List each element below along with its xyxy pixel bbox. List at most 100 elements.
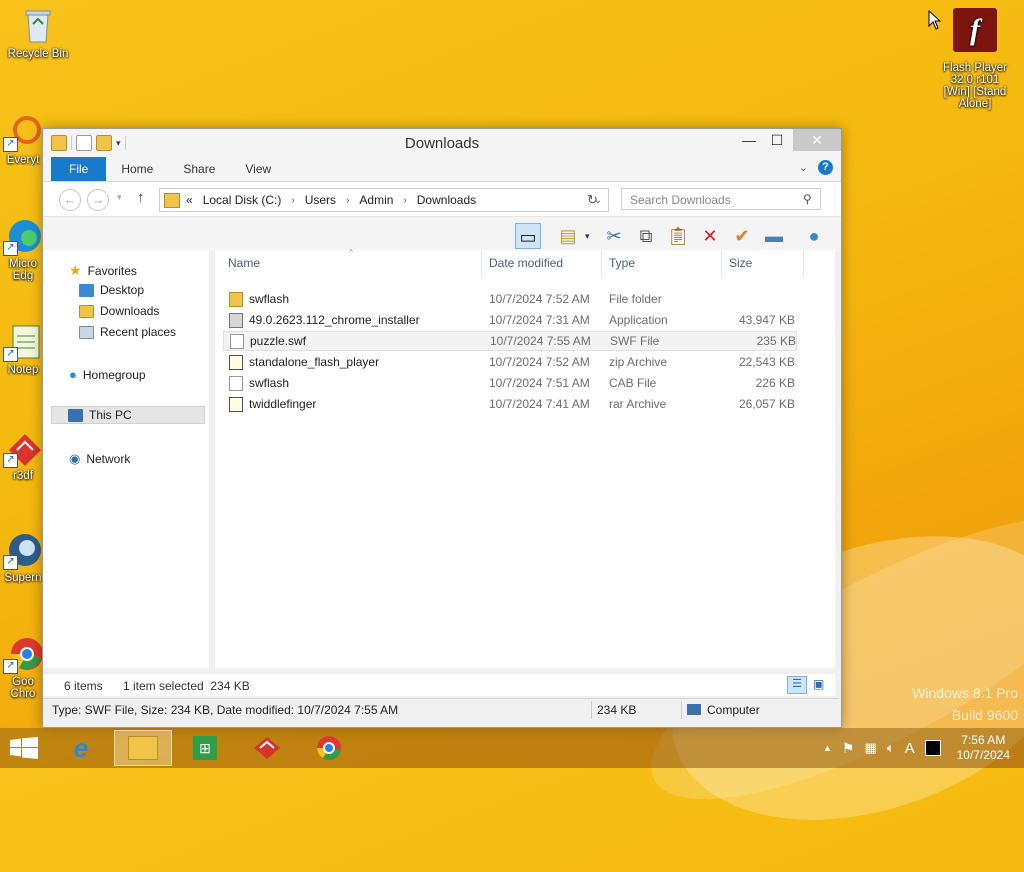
breadcrumb-admin[interactable]: Admin xyxy=(359,193,393,207)
r3df-taskbar-icon xyxy=(254,737,280,759)
notification-icon[interactable] xyxy=(924,740,941,756)
minimize-button[interactable]: — xyxy=(735,129,763,151)
desktop-icon-recycle-bin[interactable]: Recycle Bin xyxy=(6,6,70,60)
nav-label: Recent places xyxy=(100,325,177,339)
cut-icon[interactable]: ✂ xyxy=(601,223,627,249)
file-name: swflash xyxy=(249,376,290,390)
preview-pane-icon[interactable]: ▭ xyxy=(515,223,541,249)
tab-home[interactable]: Home xyxy=(106,157,168,181)
desktop-icon-label: Micro Edg xyxy=(8,258,38,282)
tab-file[interactable]: File xyxy=(51,157,107,181)
taskbar-r3df[interactable] xyxy=(238,730,296,766)
nav-network[interactable]: ◉ Network xyxy=(69,451,130,467)
file-size: 43,947 KB xyxy=(738,313,795,327)
back-button[interactable]: ← xyxy=(59,189,81,211)
watermark-build: Build 9600 xyxy=(951,707,1018,723)
file-row[interactable]: swflash 10/7/2024 7:52 AM File folder xyxy=(223,289,797,309)
search-icon[interactable]: ⚲ xyxy=(803,192,812,206)
taskbar-internet-explorer[interactable]: e xyxy=(52,730,110,766)
column-header-date[interactable]: Date modified xyxy=(489,256,563,270)
show-hidden-icons-icon[interactable]: ▲ xyxy=(823,743,832,753)
dropdown-arrow-icon[interactable]: ▾ xyxy=(585,231,590,242)
nav-desktop[interactable]: Desktop xyxy=(79,283,144,297)
refresh-button[interactable]: ↻ xyxy=(587,192,598,208)
taskbar-file-explorer[interactable] xyxy=(114,730,172,766)
file-row[interactable]: swflash 10/7/2024 7:51 AM CAB File 226 K… xyxy=(223,373,797,393)
ribbon-tabs: File Home Share View ⌄ ? xyxy=(43,157,841,182)
breadcrumb-separator-icon[interactable]: › xyxy=(346,195,349,206)
details-bar: Type: SWF File, Size: 234 KB, Date modif… xyxy=(43,698,839,721)
breadcrumb-local-disk[interactable]: Local Disk (C:) xyxy=(203,193,282,207)
desktop-icon-notepad[interactable]: ↗ Notep xyxy=(0,322,46,376)
paste-icon[interactable]: 📋︎ xyxy=(665,223,691,249)
file-type: zip Archive xyxy=(609,355,668,369)
desktop-icon-r3df[interactable]: ↗ r3df xyxy=(0,428,46,482)
close-button[interactable]: ✕ xyxy=(793,129,841,151)
desktop-icon-flash-player[interactable]: f Flash Player 32.0 r101 [Win] [Stand Al… xyxy=(938,8,1012,110)
file-row-selected[interactable]: puzzle.swf 10/7/2024 7:55 AM SWF File 23… xyxy=(223,331,797,351)
column-header-size[interactable]: Size xyxy=(729,256,752,270)
column-header-name[interactable]: Name xyxy=(228,256,260,270)
network-tray-icon[interactable]: ▦ xyxy=(864,740,876,756)
file-row[interactable]: standalone_flash_player 10/7/2024 7:52 A… xyxy=(223,352,797,372)
start-button[interactable] xyxy=(10,737,38,762)
copy-icon[interactable]: ⧉ xyxy=(633,223,659,249)
flash-player-icon: f xyxy=(953,8,997,52)
tab-share[interactable]: Share xyxy=(168,157,230,181)
chat-bubble-icon[interactable]: ● xyxy=(801,223,827,249)
forward-button[interactable]: → xyxy=(87,189,109,211)
desktop-icon-label: Flash Player 32.0 r101 [Win] [Stand Alon… xyxy=(943,62,1007,110)
nav-this-pc[interactable]: This PC xyxy=(51,406,205,424)
search-input[interactable]: Search Downloads xyxy=(621,188,821,210)
large-icons-view-icon[interactable]: ▣ xyxy=(813,677,824,691)
desktop-icon-supernova[interactable]: ↗ Supern xyxy=(0,530,46,584)
everything-search-icon: ↗ xyxy=(3,112,43,152)
breadcrumb-users[interactable]: Users xyxy=(305,193,336,207)
column-divider[interactable] xyxy=(721,250,722,278)
column-divider[interactable] xyxy=(601,250,602,278)
explorer-window[interactable]: ▾ Downloads — ☐ ✕ File Home Share View ⌄… xyxy=(42,128,842,728)
delete-icon[interactable]: ✕ xyxy=(697,223,723,249)
shortcut-arrow-icon: ↗ xyxy=(3,555,18,570)
address-box[interactable]: « Local Disk (C:) › Users › Admin › Down… xyxy=(159,188,609,212)
expand-ribbon-icon[interactable]: ⌄ xyxy=(799,161,808,174)
maximize-button[interactable]: ☐ xyxy=(763,129,791,151)
desktop-icon-label: Recycle Bin xyxy=(7,48,69,60)
tab-view[interactable]: View xyxy=(230,157,286,181)
desktop-icon-edge[interactable]: ↗ Micro Edg xyxy=(0,216,46,282)
taskbar-store[interactable]: ⊞ xyxy=(176,730,234,766)
desktop-icon-chrome[interactable]: ↗ Goo Chro xyxy=(0,634,46,700)
nav-favorites[interactable]: ★ Favorites xyxy=(69,262,137,279)
file-row[interactable]: 49.0.2623.112_chrome_installer 10/7/2024… xyxy=(223,310,797,330)
file-list: ^ Name Date modified Type Size swflash 1… xyxy=(215,248,835,668)
recent-locations-icon[interactable]: ▾ xyxy=(117,192,122,203)
open-folder-icon[interactable]: ▤ xyxy=(555,223,581,249)
rename-check-icon[interactable]: ✔ xyxy=(729,223,755,249)
details-view-icon[interactable]: ☰ xyxy=(787,676,807,694)
breadcrumb-separator-icon[interactable]: › xyxy=(291,195,294,206)
input-language-icon[interactable]: A xyxy=(905,740,915,757)
up-button[interactable]: ↑ xyxy=(137,189,145,206)
volume-muted-icon[interactable]: 🔈︎ xyxy=(887,740,895,756)
help-icon[interactable]: ? xyxy=(818,160,833,175)
desktop-icon-everything[interactable]: ↗ Everyt xyxy=(0,112,46,166)
column-header-type[interactable]: Type xyxy=(609,256,635,270)
file-row[interactable]: twiddlefinger 10/7/2024 7:41 AM rar Arch… xyxy=(223,394,797,414)
nav-downloads[interactable]: Downloads xyxy=(79,304,159,318)
computer-icon xyxy=(68,408,83,422)
title-bar[interactable]: ▾ Downloads — ☐ ✕ xyxy=(43,129,841,157)
properties-toolbar-icon[interactable]: ▬ xyxy=(761,223,787,249)
breadcrumb-downloads[interactable]: Downloads xyxy=(417,193,476,207)
nav-homegroup[interactable]: ● Homegroup xyxy=(69,367,146,382)
column-divider[interactable] xyxy=(803,250,804,278)
nav-recent-places[interactable]: Recent places xyxy=(79,325,176,339)
taskbar-clock[interactable]: 7:56 AM 10/7/2024 xyxy=(957,733,1010,763)
taskbar-chrome[interactable] xyxy=(300,730,358,766)
address-overflow[interactable]: « xyxy=(186,193,193,207)
file-name: standalone_flash_player xyxy=(249,355,380,369)
swf-file-icon xyxy=(230,333,244,349)
action-center-flag-icon[interactable]: ⚑ xyxy=(842,740,855,757)
column-divider[interactable] xyxy=(481,250,482,278)
breadcrumb-separator-icon[interactable]: › xyxy=(403,195,406,206)
shortcut-arrow-icon: ↗ xyxy=(3,453,18,468)
